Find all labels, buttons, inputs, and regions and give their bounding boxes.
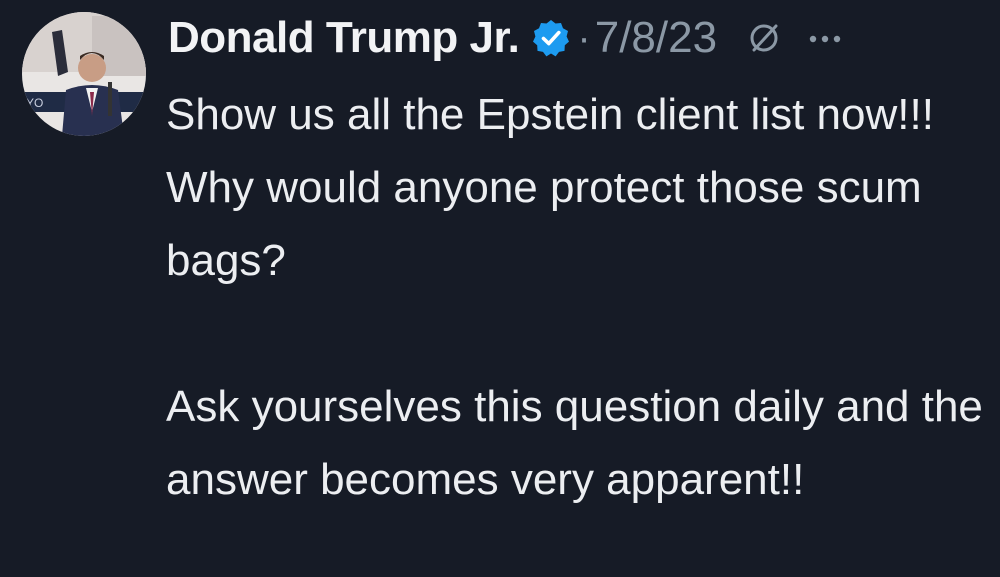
tweet-header: Donald Trump Jr. · 7/8/23 <box>168 6 843 70</box>
tweet-date[interactable]: 7/8/23 <box>595 13 717 63</box>
tweet: YO Donald Trump Jr. · 7/8/23 Show us all… <box>0 0 1000 577</box>
author-name[interactable]: Donald Trump Jr. <box>168 13 520 63</box>
more-options-icon[interactable] <box>807 32 843 44</box>
header-separator: · <box>577 15 591 60</box>
svg-text:YO: YO <box>26 96 43 110</box>
verified-badge-icon[interactable] <box>531 18 571 58</box>
tweet-paragraph: Ask yourselves this question daily and t… <box>166 382 983 504</box>
tweet-body: Show us all the Epstein client list now!… <box>166 78 986 516</box>
grok-icon[interactable] <box>747 21 781 55</box>
avatar-photo: YO <box>22 12 146 136</box>
avatar[interactable]: YO <box>22 12 146 136</box>
tweet-paragraph: Show us all the Epstein client list now!… <box>166 90 934 285</box>
